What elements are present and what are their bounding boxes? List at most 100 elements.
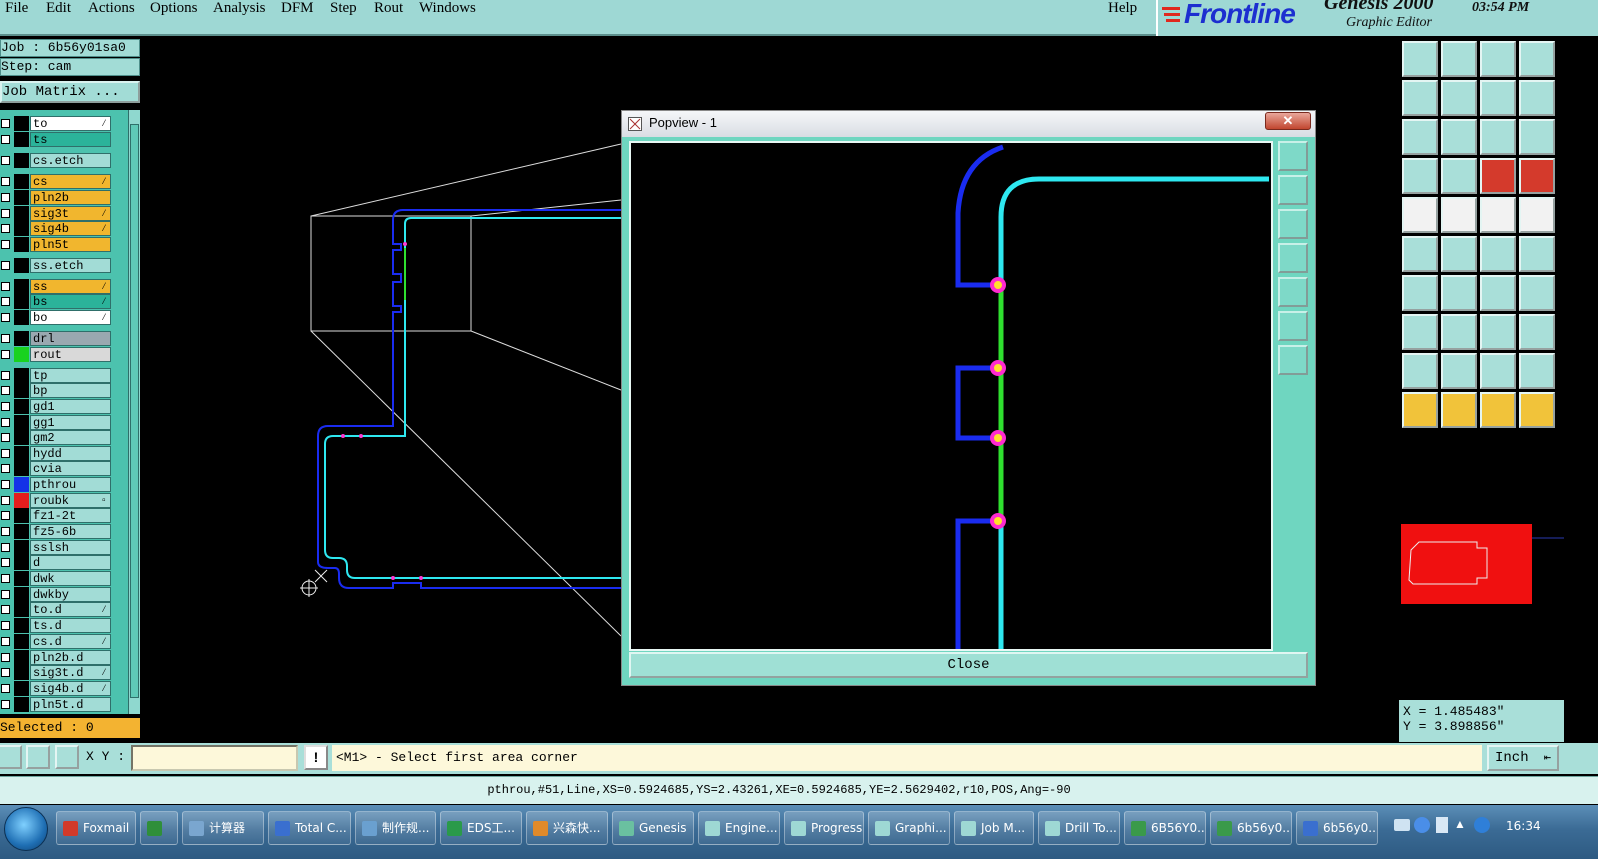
layer-color-swatch[interactable] [14, 347, 29, 362]
layer-checkbox[interactable] [1, 402, 10, 411]
exclaim-button[interactable]: ! [304, 745, 328, 770]
unit-selector[interactable]: Inch ⇤ [1487, 745, 1559, 771]
layer-checkbox[interactable] [1, 621, 10, 630]
layer-color-swatch[interactable] [14, 650, 29, 665]
layer-row[interactable]: bp [0, 383, 112, 398]
menu-actions[interactable]: Actions [88, 0, 135, 17]
layer-checkbox[interactable] [1, 653, 10, 662]
layer-color-swatch[interactable] [14, 587, 29, 602]
layer-color-swatch[interactable] [14, 555, 29, 570]
move-feature-icon[interactable] [1402, 314, 1438, 350]
layer-name[interactable]: to ⁄ [30, 116, 111, 131]
layer-checkbox[interactable] [1, 574, 10, 583]
layer-row[interactable]: cvia [0, 461, 112, 476]
layer-row[interactable]: dwkby [0, 587, 112, 602]
layer-row[interactable]: pln5t.d [0, 697, 112, 712]
layer-name[interactable]: sig3t.d ⁄ [30, 665, 111, 680]
layer-checkbox[interactable] [1, 156, 10, 165]
taskbar-button[interactable]: Progress [784, 811, 864, 845]
replace-icon[interactable] [1519, 314, 1555, 350]
layer-row[interactable]: pln2b [0, 190, 112, 205]
layer-color-swatch[interactable] [14, 399, 29, 414]
layer-checkbox[interactable] [1, 371, 10, 380]
taskbar-button[interactable]: EDS工... [440, 811, 522, 845]
layer-color-swatch[interactable] [14, 368, 29, 383]
taskbar-button[interactable]: Graphi... [868, 811, 950, 845]
layer-color-swatch[interactable] [14, 430, 29, 445]
text-add-icon[interactable] [1402, 353, 1438, 389]
layer-name[interactable]: sig3t ⁄ [30, 206, 111, 221]
pad-add-icon[interactable] [1402, 197, 1438, 233]
layer-checkbox[interactable] [1, 527, 10, 536]
zoom-reset-icon[interactable] [1480, 80, 1516, 116]
select-poly-icon[interactable] [1519, 392, 1555, 428]
layer-color-swatch[interactable] [14, 206, 29, 221]
job-matrix-button[interactable]: Job Matrix ... [0, 81, 140, 103]
layer-name[interactable]: gg1 [30, 415, 111, 430]
layer-row[interactable]: roubk ▫ [0, 493, 112, 508]
layer-row[interactable]: cs.d ⁄ [0, 634, 112, 649]
taskbar-button[interactable]: 6b56y0... [1296, 811, 1378, 845]
layer-checkbox[interactable] [1, 135, 10, 144]
select-area-icon[interactable] [1441, 392, 1477, 428]
grid-mode-icon[interactable] [26, 745, 50, 769]
system-clock[interactable]: 16:34 [1506, 819, 1541, 833]
layer-color-swatch[interactable] [14, 310, 29, 325]
menu-dfm[interactable]: DFM [281, 0, 314, 17]
connect-icon[interactable] [1480, 236, 1516, 272]
layer-color-swatch[interactable] [14, 190, 29, 205]
help-icon[interactable] [1519, 119, 1555, 155]
layer-checkbox[interactable] [1, 177, 10, 186]
layer-color-swatch[interactable] [14, 618, 29, 633]
layer-name[interactable]: dwk [30, 571, 111, 586]
text-move-icon[interactable] [1480, 353, 1516, 389]
circle-add-icon[interactable] [1519, 197, 1555, 233]
speaker-icon[interactable] [1474, 817, 1490, 833]
layer-color-swatch[interactable] [14, 477, 29, 492]
layer-name[interactable]: drl [30, 331, 111, 346]
layer-row[interactable]: to ⁄ [0, 116, 112, 131]
cut-line-icon[interactable] [1441, 314, 1477, 350]
layer-color-swatch[interactable] [14, 415, 29, 430]
layer-name[interactable]: gm2 [30, 430, 111, 445]
popview-titlebar[interactable]: Popview - 1 ✕ [622, 111, 1315, 137]
layer-row[interactable]: gg1 [0, 415, 112, 430]
layer-color-swatch[interactable] [14, 116, 29, 131]
taskbar-button[interactable]: 制作规... [355, 811, 436, 845]
popview-pan-up-icon[interactable] [1278, 175, 1308, 205]
layer-checkbox[interactable] [1, 684, 10, 693]
layer-name[interactable]: bo ⁄ [30, 310, 111, 325]
layer-color-swatch[interactable] [14, 331, 29, 346]
taskbar-button[interactable]: Job M... [954, 811, 1034, 845]
popview-pan-right-icon[interactable] [1278, 277, 1308, 307]
layer-name[interactable]: rout [30, 347, 111, 362]
layer-checkbox[interactable] [1, 313, 10, 322]
menu-windows[interactable]: Windows [419, 0, 476, 17]
layer-color-swatch[interactable] [14, 294, 29, 309]
layer-checkbox[interactable] [1, 209, 10, 218]
menu-rout[interactable]: Rout [374, 0, 403, 17]
taskbar-button[interactable]: 6B56Y0... [1124, 811, 1206, 845]
layer-row[interactable]: drl [0, 331, 112, 346]
layer-checkbox[interactable] [1, 350, 10, 359]
layer-checkbox[interactable] [1, 297, 10, 306]
layer-color-swatch[interactable] [14, 697, 29, 712]
layer-checkbox[interactable] [1, 637, 10, 646]
layer-checkbox[interactable] [1, 224, 10, 233]
zoom-center-icon[interactable] [1441, 119, 1477, 155]
layer-row[interactable]: sslsh [0, 540, 112, 555]
layer-name[interactable]: dwkby [30, 587, 111, 602]
menu-edit[interactable]: Edit [46, 0, 71, 17]
resize-icon[interactable] [1480, 314, 1516, 350]
help-icon[interactable] [1414, 817, 1430, 833]
menu-step[interactable]: Step [330, 0, 357, 17]
layer-name[interactable]: ts.d [30, 618, 111, 633]
layer-row[interactable]: cs ⁄ [0, 174, 112, 189]
layer-color-swatch[interactable] [14, 540, 29, 555]
text-edit-icon[interactable] [1441, 353, 1477, 389]
layer-row[interactable]: sig3t.d ⁄ [0, 665, 112, 680]
mirror-icon[interactable] [1519, 275, 1555, 311]
layer-name[interactable]: ss ⁄ [30, 279, 111, 294]
window-close-button[interactable]: ✕ [1265, 112, 1311, 130]
popview-zoom-window-icon[interactable] [1278, 141, 1308, 171]
